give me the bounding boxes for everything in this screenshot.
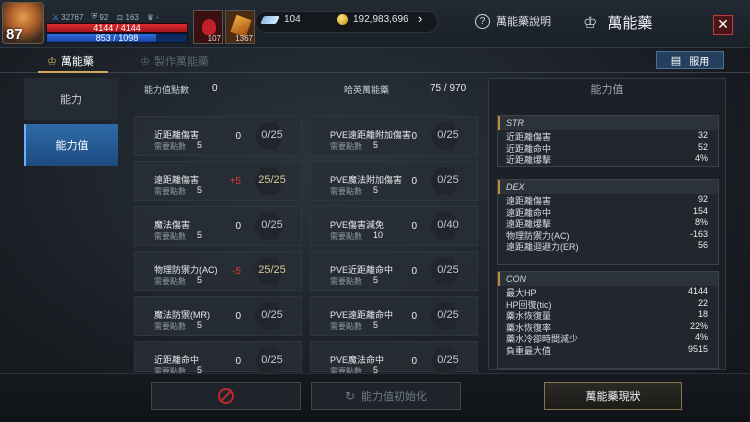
- side-nav: 能力 能力值: [24, 78, 118, 170]
- stat-card[interactable]: PVE傷害減免 需要點數 10 0 0/40: [310, 206, 478, 246]
- gem-icon: [260, 15, 280, 24]
- dex-section: DEX 遠距離傷害 92 遠距離命中 154 遠距離爆擊 8% 物理防禦力(AC) -1…: [497, 179, 719, 265]
- player-level: 87: [6, 26, 23, 43]
- close-button[interactable]: ✕: [713, 15, 733, 35]
- elixir-count-value: 75 / 970: [430, 83, 467, 94]
- book-icon: ▤: [670, 54, 682, 67]
- str-section: STR 近距離傷害 32 近距離命中 52 近距離爆擊 4%: [497, 115, 719, 167]
- coin-icon: [337, 14, 348, 25]
- craft-icon: ♔: [140, 55, 150, 68]
- trophy-icon: ♛: [146, 12, 155, 22]
- forbidden-icon: [218, 388, 234, 404]
- weight-icon: ⚖: [116, 12, 124, 22]
- con-section: CON 最大HP 4144 HP回復(tic) 22 藥水恢復量 18 藥水恢復率 22…: [497, 271, 719, 369]
- stat-card[interactable]: PVE近距離命中 需要點數 5 0 0/25: [310, 251, 478, 291]
- apply-button-disabled[interactable]: [151, 382, 301, 410]
- stat-d: ♛ -: [146, 12, 159, 22]
- help-button[interactable]: ? 萬能藥說明: [475, 13, 551, 29]
- stat-card[interactable]: PVE魔法附加傷害 需要點數 5 0 0/25: [310, 161, 478, 201]
- page-title: ♔ 萬能藥: [583, 14, 653, 33]
- stat-card[interactable]: 魔法傷害 需要點數 5 0 0/25: [134, 206, 302, 246]
- stat-card[interactable]: 魔法防禦(MR) 需要點數 5 0 0/25: [134, 296, 302, 336]
- elixir-icon: ♔: [47, 55, 57, 68]
- stat-row: 物理防禦力(AC) -163: [506, 228, 708, 241]
- gold-balance: 192,983,696: [337, 14, 409, 25]
- stat-a: ⚔ 32767: [52, 12, 84, 22]
- stat-row: HP回復(tic) 22: [506, 297, 708, 310]
- stats-panel: 能力值 STR 近距離傷害 32 近距離命中 52 近距離爆擊 4% DEX 遠距離傷…: [488, 78, 726, 370]
- use-button[interactable]: ▤ 服用: [656, 51, 724, 69]
- stat-card[interactable]: 近距離命中 需要點數 5 0 0/25: [134, 341, 302, 376]
- stat-c: ⚖ 163: [116, 12, 139, 22]
- stat-row: 近距離命中 52: [506, 141, 708, 154]
- elixir-status-button[interactable]: 萬能藥現狀: [544, 382, 682, 410]
- stat-row: 近距離爆擊 4%: [506, 153, 708, 165]
- stat-card[interactable]: 近距離傷害 需要點數 5 0 0/25: [134, 116, 302, 156]
- tab-elixir[interactable]: ♔ 萬能藥: [47, 53, 94, 69]
- stat-row: 遠距離傷害 92: [506, 194, 708, 206]
- stat-row: 藥水恢復量 18: [506, 309, 708, 321]
- tabs-row: ♔ 萬能藥 ♔ 製作萬能藥: [0, 49, 750, 73]
- stat-row: 藥水恢復率 22%: [506, 320, 708, 333]
- stat-row: 藥水冷卻時間減少 4%: [506, 332, 708, 344]
- elixir-count-label: 哈英萬能藥: [344, 85, 390, 95]
- sidenav-item-ability[interactable]: 能力: [24, 78, 118, 120]
- quick-slot-scroll[interactable]: 1367: [225, 10, 255, 44]
- elixir-icon: ♔: [583, 14, 598, 32]
- points-label: 能力值點數: [144, 85, 190, 95]
- stat-b: ⛨ 92: [91, 12, 109, 22]
- stat-row: 遠距離命中 154: [506, 205, 708, 218]
- question-icon: ?: [475, 13, 490, 29]
- sword-icon: ⚔: [52, 12, 60, 22]
- mp-text: 853 / 1098: [95, 33, 139, 43]
- active-tab-indicator: [38, 71, 108, 73]
- stat-card[interactable]: PVE遠距離命中 需要點數 5 0 0/25: [310, 296, 478, 336]
- shield-icon: ⛨: [91, 12, 98, 21]
- stats-panel-title: 能力值: [590, 84, 624, 96]
- stat-row: 近距離傷害 32: [506, 130, 708, 142]
- hp-bar: 4144 / 4144: [46, 23, 188, 33]
- refresh-icon: ↻: [344, 389, 356, 403]
- close-icon: ✕: [717, 16, 729, 32]
- bottom-bar: ↻ 能力值初始化 萬能藥現狀: [0, 373, 750, 422]
- chevron-right-icon[interactable]: ›: [418, 11, 422, 26]
- mp-bar: 853 / 1098: [46, 33, 188, 43]
- points-value: 0: [212, 83, 218, 94]
- quick-slot-potion[interactable]: 107: [193, 10, 223, 44]
- potion-icon: [202, 19, 216, 35]
- tab-craft-elixir[interactable]: ♔ 製作萬能藥: [140, 53, 209, 69]
- hp-text: 4144 / 4144: [93, 23, 141, 33]
- stat-row: 最大HP 4144: [506, 286, 708, 298]
- stat-card[interactable]: PVE遠距離附加傷害 需要點數 5 0 0/25: [310, 116, 478, 156]
- stat-card[interactable]: PVE魔法命中 需要點數 5 0 0/25: [310, 341, 478, 376]
- stat-row: 負重最大值 9515: [506, 343, 708, 356]
- stat-card[interactable]: 遠距離傷害 需要點數 5 +5 25/25: [134, 161, 302, 201]
- stat-row: 遠距離爆擊 8%: [506, 217, 708, 229]
- top-bar: 87 ⚔ 32767 ⛨ 92 ⚖ 163 ♛ - 4144 / 4144 853 / …: [0, 0, 750, 48]
- stat-row: 遠距離迴避力(ER) 56: [506, 240, 708, 252]
- reset-stats-button[interactable]: ↻ 能力值初始化: [311, 382, 461, 410]
- player-stats: ⚔ 32767 ⛨ 92 ⚖ 163 ♛ -: [52, 12, 159, 22]
- sidenav-item-stats[interactable]: 能力值: [24, 124, 118, 166]
- gem-balance: 104: [260, 14, 301, 25]
- stat-card[interactable]: 物理防禦力(AC) 需要點數 5 -5 25/25: [134, 251, 302, 291]
